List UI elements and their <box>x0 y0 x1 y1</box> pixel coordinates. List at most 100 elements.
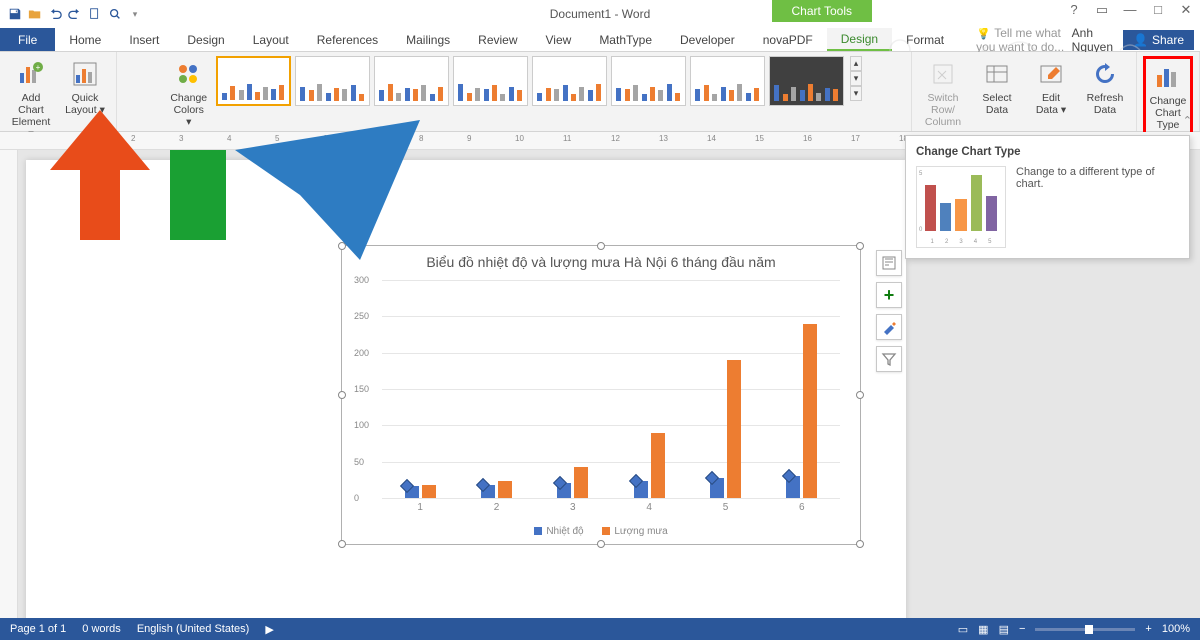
chart-side-buttons: + <box>876 250 902 372</box>
resize-handle[interactable] <box>856 540 864 548</box>
tab-mailings[interactable]: Mailings <box>392 28 464 51</box>
macro-recording-icon[interactable]: ▶ <box>265 623 273 636</box>
view-web-layout-icon[interactable]: ▤ <box>999 623 1009 636</box>
tab-design[interactable]: Design <box>173 28 238 51</box>
change-chart-type-label: Change Chart Type <box>1150 95 1187 131</box>
print-preview-icon[interactable] <box>106 5 124 23</box>
zoom-slider[interactable] <box>1035 628 1135 631</box>
refresh-data-icon <box>1089 58 1121 90</box>
status-language[interactable]: English (United States) <box>137 623 250 635</box>
refresh-data-button[interactable]: Refresh Data <box>1080 56 1130 118</box>
collapse-ribbon-icon[interactable]: ⌃ <box>1183 114 1192 127</box>
tooltip-description: Change to a different type of chart. <box>1016 166 1179 248</box>
gallery-more-icon[interactable]: ▾ <box>850 86 863 101</box>
view-print-layout-icon[interactable]: ▦ <box>978 623 988 636</box>
chart-filters-button[interactable] <box>876 346 902 372</box>
zoom-level[interactable]: 100% <box>1162 623 1190 635</box>
resize-handle[interactable] <box>597 540 605 548</box>
tab-insert[interactable]: Insert <box>115 28 173 51</box>
vertical-ruler[interactable] <box>0 150 18 618</box>
qat-dropdown-icon[interactable]: ▾ <box>126 5 144 23</box>
tab-home[interactable]: Home <box>55 28 115 51</box>
help-icon[interactable]: ? <box>1064 2 1084 18</box>
zoom-in-icon[interactable]: + <box>1145 623 1151 635</box>
tab-developer[interactable]: Developer <box>666 28 749 51</box>
x-axis-label: 1 <box>417 502 423 513</box>
switch-row-column-label: Switch Row/ Column <box>922 92 964 128</box>
bar-series-1[interactable] <box>422 485 436 498</box>
bar-series-1[interactable] <box>803 324 817 498</box>
layout-options-button[interactable] <box>876 250 902 276</box>
resize-handle[interactable] <box>856 391 864 399</box>
tab-layout[interactable]: Layout <box>239 28 303 51</box>
status-bar: Page 1 of 1 0 words English (United Stat… <box>0 618 1200 640</box>
tab-references[interactable]: References <box>303 28 392 51</box>
edit-data-button[interactable]: Edit Data ▾ <box>1026 56 1076 118</box>
bar-series-1[interactable] <box>498 481 512 498</box>
resize-handle[interactable] <box>338 540 346 548</box>
ribbon-display-icon[interactable]: ▭ <box>1092 2 1112 18</box>
tab-mathtype[interactable]: MathType <box>585 28 666 51</box>
chart-style-thumb[interactable] <box>295 56 370 106</box>
add-chart-element-button[interactable]: + Add Chart Element ▾ <box>6 56 56 142</box>
status-page[interactable]: Page 1 of 1 <box>10 623 66 635</box>
maximize-icon[interactable]: □ <box>1148 2 1168 18</box>
tab-review[interactable]: Review <box>464 28 531 51</box>
chart-style-thumb[interactable] <box>690 56 765 106</box>
resize-handle[interactable] <box>338 391 346 399</box>
change-colors-button[interactable]: Change Colors ▾ <box>166 56 212 130</box>
new-icon[interactable] <box>86 5 104 23</box>
gallery-scroll-down-icon[interactable]: ▾ <box>850 71 863 86</box>
x-axis-label: 4 <box>646 502 652 513</box>
close-icon[interactable]: ✕ <box>1176 2 1196 18</box>
chart-style-thumb[interactable] <box>216 56 291 106</box>
tab-novapdf[interactable]: novaPDF <box>749 28 827 51</box>
switch-row-column-button[interactable]: Switch Row/ Column <box>918 56 968 130</box>
chart-styles-button[interactable] <box>876 314 902 340</box>
x-axis-label: 3 <box>570 502 576 513</box>
chart-elements-button[interactable]: + <box>876 282 902 308</box>
save-icon[interactable] <box>6 5 24 23</box>
resize-handle[interactable] <box>597 242 605 250</box>
x-axis-label: 2 <box>494 502 500 513</box>
quick-layout-label: Quick Layout ▾ <box>64 92 106 116</box>
bar-series-1[interactable] <box>651 433 665 498</box>
resize-handle[interactable] <box>856 242 864 250</box>
change-chart-type-icon <box>1152 61 1184 93</box>
bar-series-1[interactable] <box>727 360 741 498</box>
chart-style-thumb[interactable] <box>374 56 449 106</box>
tab-file[interactable]: File <box>0 28 55 51</box>
resize-handle[interactable] <box>338 242 346 250</box>
window-controls: ? ▭ — □ ✕ <box>1064 2 1196 18</box>
chart-style-thumb[interactable] <box>611 56 686 106</box>
minimize-icon[interactable]: — <box>1120 2 1140 18</box>
bar-series-1[interactable] <box>574 467 588 498</box>
chart-legend[interactable]: Nhiệt độ Lượng mưa <box>342 526 860 539</box>
chart-style-thumb[interactable] <box>453 56 528 106</box>
edit-data-label: Edit Data ▾ <box>1030 92 1072 116</box>
quick-layout-button[interactable]: Quick Layout ▾ <box>60 56 110 118</box>
title-bar: ▾ Document1 - Word Chart Tools ? ▭ — □ ✕ <box>0 0 1200 28</box>
change-colors-icon <box>173 58 205 90</box>
chart-style-thumb[interactable] <box>532 56 607 106</box>
undo-icon[interactable] <box>46 5 64 23</box>
svg-text:+: + <box>36 63 41 72</box>
select-data-button[interactable]: Select Data <box>972 56 1022 118</box>
redo-icon[interactable] <box>66 5 84 23</box>
page[interactable]: Biểu đồ nhiệt độ và lượng mưa Hà Nội 6 t… <box>26 160 906 618</box>
group-chart-styles: Change Colors ▾ ▴ ▾ ▾ Chart Styles <box>117 52 912 131</box>
open-icon[interactable] <box>26 5 44 23</box>
select-data-label: Select Data <box>976 92 1018 116</box>
chart-style-thumb[interactable] <box>769 56 844 106</box>
zoom-out-icon[interactable]: − <box>1019 623 1025 635</box>
status-word-count[interactable]: 0 words <box>82 623 121 635</box>
tooltip-thumbnail: 50 12345 <box>916 166 1006 248</box>
view-read-mode-icon[interactable]: ▭ <box>958 623 968 636</box>
quick-layout-icon <box>69 58 101 90</box>
legend-series-1: Lượng mưa <box>614 526 667 537</box>
gallery-scroll-up-icon[interactable]: ▴ <box>850 56 863 71</box>
chart-title[interactable]: Biểu đồ nhiệt độ và lượng mưa Hà Nội 6 t… <box>342 246 860 274</box>
chart-plot-area[interactable]: 050100150200250300123456 <box>382 280 840 498</box>
tab-view[interactable]: View <box>532 28 586 51</box>
chart-object[interactable]: Biểu đồ nhiệt độ và lượng mưa Hà Nội 6 t… <box>341 245 861 545</box>
